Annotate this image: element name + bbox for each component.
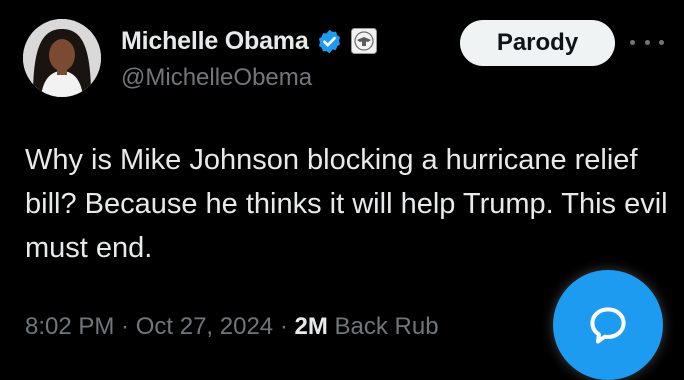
government-seal-icon[interactable] <box>350 28 377 54</box>
display-name[interactable]: Michelle Obama <box>121 27 309 56</box>
author-handle[interactable]: @MichelleObema <box>121 64 312 92</box>
tweet-text: Why is Mike Johnson blocking a hurricane… <box>25 144 668 264</box>
meta-separator: · <box>114 313 136 340</box>
view-count[interactable]: 2M <box>294 313 327 341</box>
tweet-meta: 8:02 PM · Oct 27, 2024 · 2M Back Rub <box>25 307 439 347</box>
avatar[interactable] <box>23 19 101 97</box>
more-dot <box>630 39 635 45</box>
more-dot <box>659 39 664 45</box>
more-horizontal-icon[interactable] <box>630 30 664 54</box>
tweet-date[interactable]: Oct 27, 2024 <box>136 313 273 341</box>
chat-bubble-icon <box>590 307 626 344</box>
tweet-time[interactable]: 8:02 PM <box>25 313 114 341</box>
meta-separator: · <box>273 313 295 340</box>
view-count-suffix: Back Rub <box>327 313 439 340</box>
more-dot <box>644 39 650 45</box>
verified-badge-icon[interactable] <box>316 28 343 55</box>
parody-label-button[interactable]: Parody <box>460 20 615 66</box>
compose-reply-button[interactable] <box>553 270 663 380</box>
